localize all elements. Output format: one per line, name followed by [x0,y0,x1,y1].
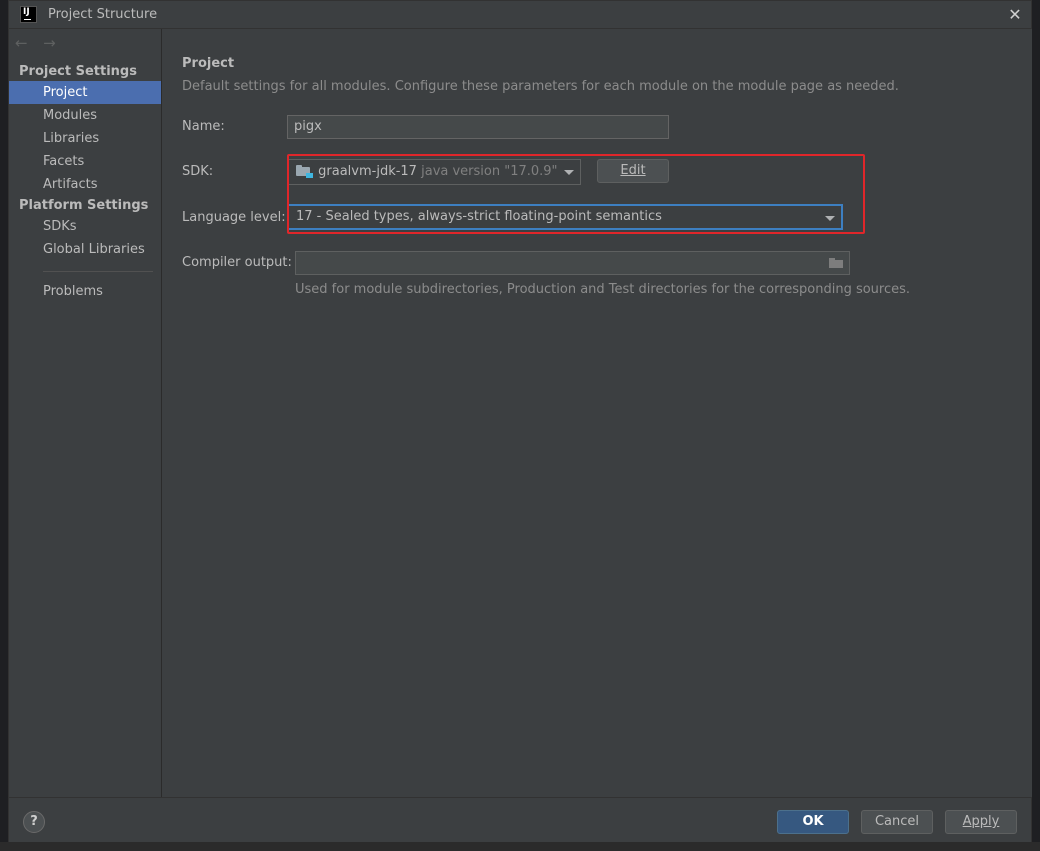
compiler-output-hint: Used for module subdirectories, Producti… [295,282,911,297]
sidebar-item-problems[interactable]: Problems [9,280,161,303]
sidebar-item-sdks[interactable]: SDKs [9,215,161,238]
folder-browse-icon[interactable] [829,258,843,268]
project-structure-dialog: IJ Project Structure ✕ ← → Project Setti… [8,0,1032,844]
apply-button[interactable]: Apply [945,810,1017,834]
page-title: Project [182,56,235,71]
project-settings-panel: Project Default settings for all modules… [162,29,1032,797]
intellij-logo-icon: IJ [20,6,37,23]
title-bar: IJ Project Structure ✕ [9,1,1031,29]
sidebar-item-artifacts[interactable]: Artifacts [9,173,161,196]
dialog-footer: ? OK Cancel Apply [9,797,1031,844]
help-button[interactable]: ? [23,811,45,833]
sidebar-item-project[interactable]: Project [9,81,161,104]
ok-button[interactable]: OK [777,810,849,834]
outer-bottom-strip [0,842,1040,851]
forward-arrow-icon[interactable]: → [43,34,63,52]
logo-text: IJ [23,7,30,17]
compiler-output-input[interactable] [295,251,850,275]
sidebar: ← → Project Settings Project Modules Lib… [9,29,162,797]
section-project-settings: Project Settings [19,64,137,79]
compiler-output-label: Compiler output: [182,255,292,270]
cancel-button[interactable]: Cancel [861,810,933,834]
close-icon[interactable]: ✕ [1005,5,1025,25]
sidebar-item-modules[interactable]: Modules [9,104,161,127]
project-name-input[interactable]: pigx [287,115,669,139]
highlight-annotation-box [287,154,865,234]
window-title: Project Structure [48,7,158,22]
sidebar-item-facets[interactable]: Facets [9,150,161,173]
section-platform-settings: Platform Settings [19,198,149,213]
sidebar-separator [43,271,153,272]
language-level-label: Language level: [182,210,286,225]
sidebar-item-libraries[interactable]: Libraries [9,127,161,150]
page-description: Default settings for all modules. Config… [182,79,899,94]
nav-arrows: ← → [15,34,67,52]
sidebar-item-global-libraries[interactable]: Global Libraries [9,238,161,261]
outer-left-strip [0,0,8,851]
name-label: Name: [182,119,225,134]
outer-right-strip [1032,0,1040,851]
back-arrow-icon[interactable]: ← [15,34,35,52]
sdk-label: SDK: [182,164,214,179]
